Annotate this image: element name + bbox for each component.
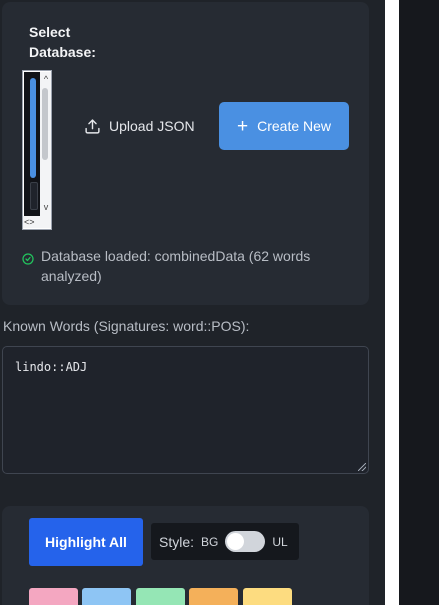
scroll-down-icon[interactable]: v [41, 202, 51, 212]
style-toggle[interactable] [225, 531, 266, 552]
plus-icon: + [236, 115, 249, 137]
database-status-text: Database loaded: combinedData (62 words … [41, 248, 311, 284]
selected-database-option[interactable] [30, 78, 36, 178]
right-pane [399, 0, 439, 605]
style-ul-label: UL [272, 534, 288, 549]
database-option[interactable] [30, 182, 38, 210]
style-label: Style: [159, 533, 195, 550]
create-new-button[interactable]: + Create New [219, 102, 349, 150]
select-database-label: Select Database: [29, 24, 96, 60]
toggle-knob [227, 533, 245, 550]
scroll-up-icon[interactable]: ^ [41, 74, 51, 84]
upload-json-button[interactable]: Upload JSON [78, 104, 210, 148]
known-words-textarea[interactable]: lindo::ADJ [2, 346, 369, 474]
scrollbar-thumb[interactable] [42, 88, 48, 160]
window-edge [385, 0, 399, 605]
resize-handle-icon[interactable] [358, 463, 366, 471]
color-swatch[interactable] [243, 588, 292, 605]
horizontal-scrollbar[interactable]: <> [23, 216, 51, 228]
upload-icon [85, 118, 100, 134]
upload-json-label: Upload JSON [109, 118, 195, 134]
database-listbox[interactable]: ^ v <> [22, 70, 52, 230]
color-swatch[interactable] [82, 588, 131, 605]
color-swatch[interactable] [136, 588, 185, 605]
check-circle-icon [22, 253, 34, 265]
style-selector: Style: BG UL [151, 523, 299, 560]
style-bg-label: BG [201, 534, 219, 549]
known-words-value: lindo::ADJ [15, 360, 88, 374]
color-swatch[interactable] [189, 588, 238, 605]
create-new-label: Create New [257, 118, 332, 134]
database-status: Database loaded: combinedData (62 words … [22, 246, 340, 286]
highlight-all-button[interactable]: Highlight All [29, 518, 143, 566]
color-swatch[interactable] [29, 588, 78, 605]
vertical-scrollbar[interactable]: ^ v [40, 72, 51, 216]
known-words-label: Known Words (Signatures: word::POS): [3, 318, 250, 334]
